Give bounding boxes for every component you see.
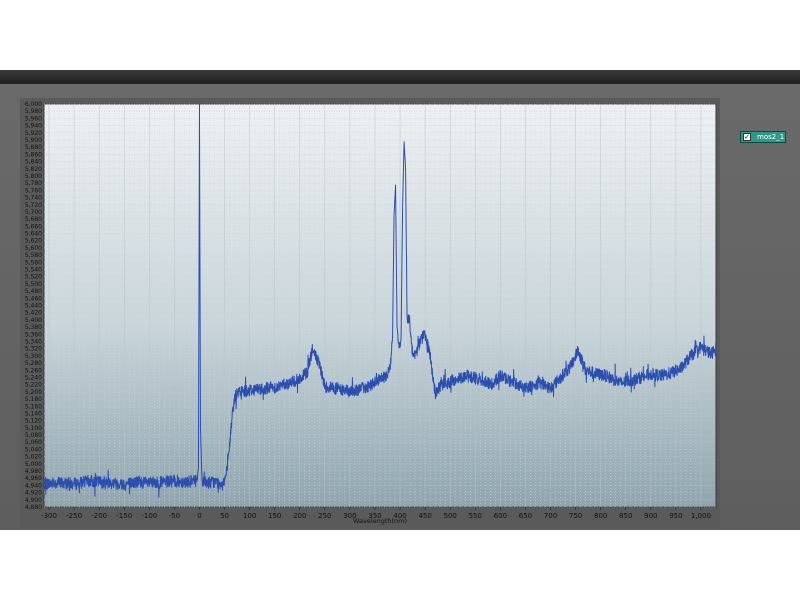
x-tick-label: -200 bbox=[91, 512, 107, 520]
x-tick-label: 50 bbox=[220, 512, 229, 520]
y-tick-label: 5,720 bbox=[25, 202, 42, 209]
y-tick-label: 5,120 bbox=[25, 418, 42, 425]
y-tick-label: 5,780 bbox=[25, 180, 42, 187]
x-tick-label: 650 bbox=[519, 512, 532, 520]
legend-item[interactable]: ✓ mos2_1 bbox=[740, 131, 786, 143]
y-tick-label: 5,300 bbox=[25, 353, 42, 360]
x-tick-label: 200 bbox=[293, 512, 306, 520]
x-tick-label: -100 bbox=[141, 512, 157, 520]
y-tick-label: 5,740 bbox=[25, 195, 42, 202]
y-tick-label: 5,220 bbox=[25, 382, 42, 389]
y-tick-label: 5,400 bbox=[25, 317, 42, 324]
y-tick-label: 5,580 bbox=[25, 252, 42, 259]
checkbox-icon[interactable]: ✓ bbox=[743, 133, 751, 141]
y-tick-label: 5,620 bbox=[25, 238, 42, 245]
y-tick-label: 5,920 bbox=[25, 130, 42, 137]
x-tick-label: 150 bbox=[268, 512, 281, 520]
y-tick-label: 5,460 bbox=[25, 295, 42, 302]
y-tick-label: 5,960 bbox=[25, 115, 42, 122]
y-tick-label: 5,440 bbox=[25, 303, 42, 310]
y-tick-label: 5,820 bbox=[25, 166, 42, 173]
x-tick-label: 850 bbox=[619, 512, 632, 520]
y-tick-label: 5,480 bbox=[25, 288, 42, 295]
x-tick-label: -150 bbox=[116, 512, 132, 520]
x-tick-label: 600 bbox=[494, 512, 507, 520]
y-tick-label: 5,600 bbox=[25, 245, 42, 252]
x-tick-label: 500 bbox=[444, 512, 457, 520]
x-tick-label: -250 bbox=[66, 512, 82, 520]
y-tick-label: 5,900 bbox=[25, 137, 42, 144]
y-tick-label: 5,260 bbox=[25, 367, 42, 374]
y-tick-label: 5,800 bbox=[25, 173, 42, 180]
y-tick-label: 5,840 bbox=[25, 159, 42, 166]
y-tick-label: 5,180 bbox=[25, 396, 42, 403]
x-tick-label: -50 bbox=[169, 512, 180, 520]
y-tick-label: 5,340 bbox=[25, 338, 42, 345]
x-tick-label: -300 bbox=[41, 512, 57, 520]
y-tick-label: 5,520 bbox=[25, 274, 42, 281]
y-tick-label: 4,920 bbox=[25, 490, 42, 497]
y-axis: 6,0005,9805,9605,9405,9205,9005,8805,860… bbox=[25, 101, 42, 511]
x-tick-label: 450 bbox=[418, 512, 431, 520]
x-tick-label: 100 bbox=[243, 512, 256, 520]
y-tick-label: 5,320 bbox=[25, 346, 42, 353]
y-tick-label: 5,500 bbox=[25, 281, 42, 288]
x-tick-label: 700 bbox=[544, 512, 557, 520]
y-tick-label: 5,060 bbox=[25, 439, 42, 446]
y-tick-label: 5,160 bbox=[25, 403, 42, 410]
y-tick-label: 5,560 bbox=[25, 259, 42, 266]
y-tick-label: 4,900 bbox=[25, 497, 42, 504]
y-tick-label: 5,360 bbox=[25, 331, 42, 338]
y-tick-label: 5,980 bbox=[25, 108, 42, 115]
y-tick-label: 5,760 bbox=[25, 187, 42, 194]
x-tick-label: 900 bbox=[644, 512, 657, 520]
y-tick-label: 6,000 bbox=[25, 101, 42, 108]
y-tick-label: 5,640 bbox=[25, 231, 42, 238]
y-tick-label: 5,040 bbox=[25, 446, 42, 453]
y-tick-label: 5,080 bbox=[25, 432, 42, 439]
y-tick-label: 5,540 bbox=[25, 267, 42, 274]
y-tick-label: 5,700 bbox=[25, 209, 42, 216]
y-tick-label: 5,200 bbox=[25, 389, 42, 396]
y-tick-label: 4,940 bbox=[25, 482, 42, 489]
y-tick-label: 5,380 bbox=[25, 324, 42, 331]
x-tick-label: 250 bbox=[318, 512, 331, 520]
y-tick-label: 5,140 bbox=[25, 410, 42, 417]
x-tick-label: 0 bbox=[197, 512, 201, 520]
y-tick-label: 5,880 bbox=[25, 144, 42, 151]
y-tick-label: 5,240 bbox=[25, 374, 42, 381]
y-tick-label: 4,960 bbox=[25, 475, 42, 482]
y-tick-label: 5,000 bbox=[25, 461, 42, 468]
legend-label: mos2_1 bbox=[757, 133, 785, 141]
y-tick-label: 5,680 bbox=[25, 216, 42, 223]
x-tick-label: 950 bbox=[669, 512, 682, 520]
x-tick-label: 550 bbox=[469, 512, 482, 520]
spectrum-chart: 6,0005,9805,9605,9405,9205,9005,8805,860… bbox=[25, 101, 717, 525]
x-tick-label: 1,000 bbox=[691, 512, 711, 520]
y-tick-label: 5,660 bbox=[25, 223, 42, 230]
y-tick-label: 5,020 bbox=[25, 454, 42, 461]
y-tick-label: 5,100 bbox=[25, 425, 42, 432]
x-axis-label: Wavelength(nm) bbox=[353, 517, 407, 525]
y-tick-label: 5,280 bbox=[25, 360, 42, 367]
y-tick-label: 5,940 bbox=[25, 123, 42, 130]
x-tick-label: 800 bbox=[594, 512, 607, 520]
y-tick-label: 5,860 bbox=[25, 151, 42, 158]
y-tick-label: 5,420 bbox=[25, 310, 42, 317]
y-tick-label: 4,880 bbox=[25, 504, 42, 511]
x-tick-label: 750 bbox=[569, 512, 582, 520]
y-tick-label: 4,980 bbox=[25, 468, 42, 475]
